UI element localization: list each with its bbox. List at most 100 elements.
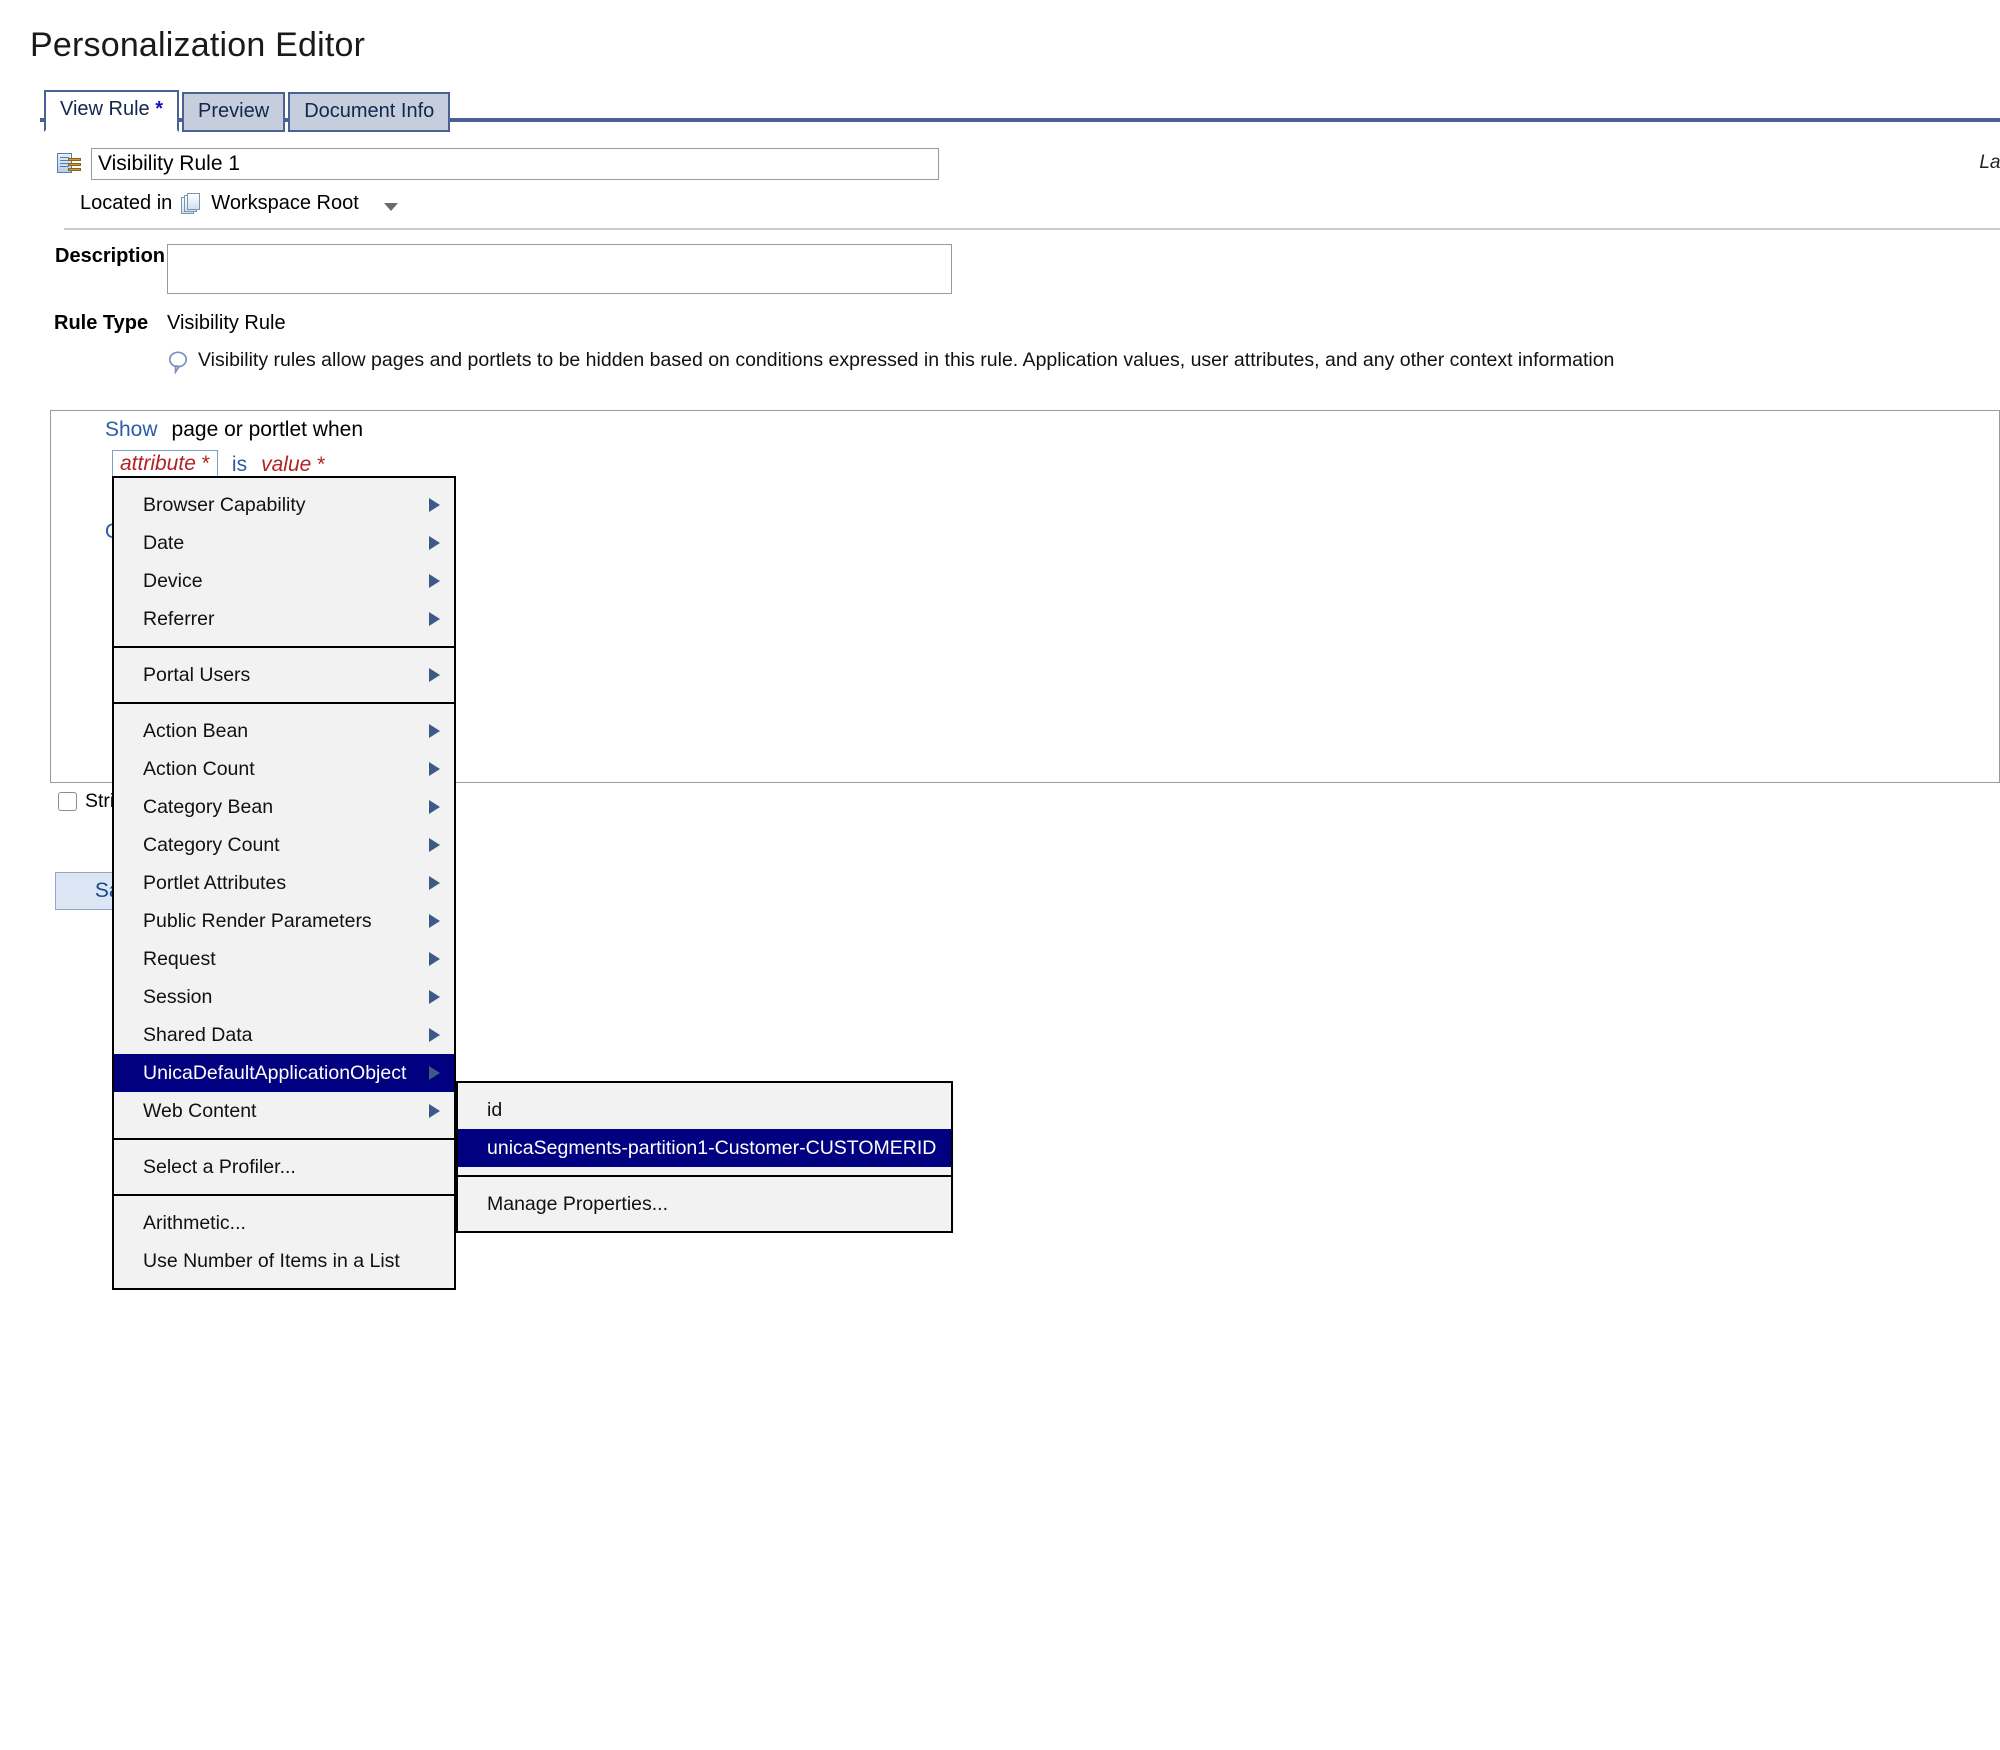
menu-item-referrer[interactable]: Referrer xyxy=(114,600,454,638)
menu-item-label: Use Number of Items in a List xyxy=(143,1249,400,1272)
submenu-arrow-icon xyxy=(429,536,440,550)
menu-item-portal-users[interactable]: Portal Users xyxy=(114,656,454,694)
located-in-value: Workspace Root xyxy=(211,192,359,214)
tab-view-rule[interactable]: View Rule * xyxy=(44,90,180,132)
last-modified-label: Las xyxy=(1979,152,2000,173)
menu-item-label: Category Bean xyxy=(143,795,274,818)
menu-item-use-number-of-items-in-a-list[interactable]: Use Number of Items in a List xyxy=(114,1242,454,1280)
caret-down-icon[interactable] xyxy=(383,203,398,211)
menu-item-label: UnicaDefaultApplicationObject xyxy=(143,1061,407,1084)
menu-item-action-bean[interactable]: Action Bean xyxy=(114,712,454,750)
value-slot-label: value xyxy=(261,452,312,476)
rule-type-value: Visibility Rule xyxy=(167,312,286,334)
context-menu-group: Arithmetic... Use Number of Items in a L… xyxy=(114,1194,454,1288)
submenu-arrow-icon xyxy=(429,990,440,1004)
menu-item-label: Date xyxy=(143,531,185,554)
tab-document-info[interactable]: Document Info xyxy=(288,92,451,132)
submenu-arrow-icon xyxy=(429,1066,440,1080)
rule-name-row xyxy=(57,148,939,180)
description-label: Description xyxy=(55,245,166,267)
context-menu-group: Portal Users xyxy=(114,646,454,702)
submenu-arrow-icon xyxy=(429,574,440,588)
case-sensitive-checkbox[interactable] xyxy=(58,792,77,811)
menu-item-label: Referrer xyxy=(143,607,215,630)
tab-document-info-label: Document Info xyxy=(304,100,435,122)
menu-item-unicadefaultapplicationobject[interactable]: UnicaDefaultApplicationObject xyxy=(114,1054,454,1092)
submenu-arrow-icon xyxy=(429,612,440,626)
show-keyword[interactable]: Show xyxy=(105,418,158,442)
menu-item-label: Web Content xyxy=(143,1099,257,1122)
submenu-arrow-icon xyxy=(429,876,440,890)
menu-item-label: Action Count xyxy=(143,757,255,780)
menu-item-portlet-attributes[interactable]: Portlet Attributes xyxy=(114,864,454,902)
menu-item-label: Shared Data xyxy=(143,1023,253,1046)
page-title: Personalization Editor xyxy=(30,26,366,64)
submenu-item-manage-properties[interactable]: Manage Properties... xyxy=(458,1185,951,1223)
attribute-slot[interactable]: attribute * xyxy=(112,450,218,479)
attribute-required-marker: * xyxy=(201,452,210,475)
menu-item-label: Portal Users xyxy=(143,663,251,686)
show-suffix-text: page or portlet when xyxy=(171,418,363,441)
rule-show-line: Show page or portlet when xyxy=(105,418,363,442)
description-textarea[interactable] xyxy=(167,244,952,294)
tab-preview[interactable]: Preview xyxy=(182,92,286,132)
context-menu-group: Select a Profiler... xyxy=(114,1138,454,1194)
menu-item-label: Arithmetic... xyxy=(143,1211,246,1234)
tab-preview-label: Preview xyxy=(198,100,270,122)
submenu-arrow-icon xyxy=(429,1028,440,1042)
menu-item-label: Category Count xyxy=(143,833,280,856)
menu-item-label: Select a Profiler... xyxy=(143,1155,296,1178)
menu-item-category-count[interactable]: Category Count xyxy=(114,826,454,864)
context-menu-group: Browser Capability Date Device Referrer xyxy=(114,478,454,646)
rule-type-help-row: Visibility rules allow pages and portlet… xyxy=(167,348,2000,374)
submenu-item-label: Manage Properties... xyxy=(487,1192,669,1215)
speech-bubble-icon xyxy=(168,351,188,374)
attribute-slot-label: attribute xyxy=(120,452,196,475)
submenu-arrow-icon xyxy=(429,498,440,512)
workspace-folder-icon xyxy=(181,192,202,215)
tab-view-rule-label: View Rule xyxy=(60,98,150,120)
submenu-arrow-icon xyxy=(429,1104,440,1118)
menu-item-request[interactable]: Request xyxy=(114,940,454,978)
menu-item-label: Browser Capability xyxy=(143,493,306,516)
case-sensitive-label-left: Stri xyxy=(85,790,115,812)
menu-item-label: Request xyxy=(143,947,216,970)
submenu-arrow-icon xyxy=(429,668,440,682)
rule-type-help-text: Visibility rules allow pages and portlet… xyxy=(198,349,1615,371)
menu-item-shared-data[interactable]: Shared Data xyxy=(114,1016,454,1054)
submenu-group: id unicaSegments-partition1-Customer-CUS… xyxy=(458,1083,951,1175)
menu-item-select-a-profiler[interactable]: Select a Profiler... xyxy=(114,1148,454,1186)
submenu-arrow-icon xyxy=(429,952,440,966)
menu-item-date[interactable]: Date xyxy=(114,524,454,562)
value-slot[interactable]: value * xyxy=(261,453,325,477)
menu-item-action-count[interactable]: Action Count xyxy=(114,750,454,788)
menu-item-device[interactable]: Device xyxy=(114,562,454,600)
submenu-group: Manage Properties... xyxy=(458,1175,951,1231)
menu-item-category-bean[interactable]: Category Bean xyxy=(114,788,454,826)
rule-type-label: Rule Type xyxy=(54,312,149,334)
submenu-arrow-icon xyxy=(429,762,440,776)
menu-item-arithmetic[interactable]: Arithmetic... xyxy=(114,1204,454,1242)
submenu-item-unicasegments-partition1-customer-customerid[interactable]: unicaSegments-partition1-Customer-CUSTOM… xyxy=(458,1129,951,1167)
located-in-label: Located in xyxy=(80,192,173,214)
menu-item-label: Device xyxy=(143,569,203,592)
submenu-item-id[interactable]: id xyxy=(458,1091,951,1129)
menu-item-public-render-parameters[interactable]: Public Render Parameters xyxy=(114,902,454,940)
rule-condition-line: attribute * is value * xyxy=(112,450,325,479)
context-menu-group: Action Bean Action Count Category Bean C… xyxy=(114,702,454,1138)
menu-item-browser-capability[interactable]: Browser Capability xyxy=(114,486,454,524)
unicadefaultapplicationobject-submenu[interactable]: id unicaSegments-partition1-Customer-CUS… xyxy=(456,1081,953,1233)
submenu-arrow-icon xyxy=(429,838,440,852)
attribute-context-menu[interactable]: Browser Capability Date Device Referrer … xyxy=(112,476,456,1290)
menu-item-session[interactable]: Session xyxy=(114,978,454,1016)
tab-strip: View Rule * Preview Document Info xyxy=(44,90,451,132)
is-keyword[interactable]: is xyxy=(232,453,247,477)
submenu-item-label: id xyxy=(487,1098,503,1121)
submenu-item-label: unicaSegments-partition1-Customer-CUSTOM… xyxy=(487,1136,937,1159)
value-required-marker: * xyxy=(317,452,326,476)
rule-name-input[interactable] xyxy=(91,148,939,180)
menu-item-label: Action Bean xyxy=(143,719,249,742)
menu-item-web-content[interactable]: Web Content xyxy=(114,1092,454,1130)
rule-document-icon xyxy=(57,153,81,175)
submenu-arrow-icon xyxy=(429,724,440,738)
